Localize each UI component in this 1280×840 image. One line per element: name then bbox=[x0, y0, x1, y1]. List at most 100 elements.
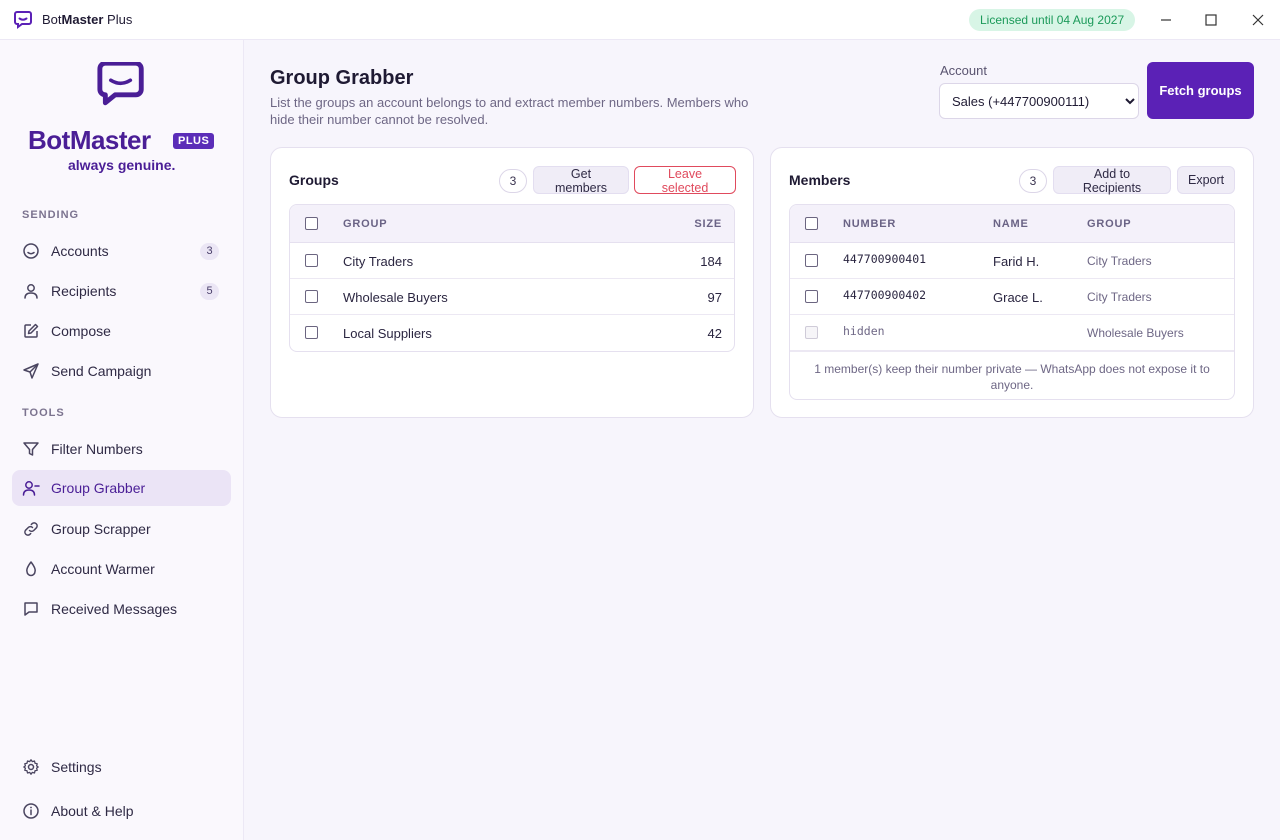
export-button[interactable]: Export bbox=[1177, 166, 1235, 194]
sidebar-item-label: Group Grabber bbox=[51, 480, 146, 496]
group-name: City Traders bbox=[343, 254, 414, 269]
sidebar-item-label: Recipients bbox=[51, 283, 117, 299]
filter-icon bbox=[23, 442, 39, 456]
row-checkbox[interactable] bbox=[305, 290, 318, 303]
groups-table-header: GROUP SIZE bbox=[290, 205, 734, 243]
app-title: BotMaster Plus bbox=[42, 12, 133, 27]
sidebar-item-accounts[interactable]: Accounts 3 bbox=[12, 233, 231, 269]
table-row[interactable]: Local Suppliers 42 bbox=[290, 315, 734, 351]
members-card: Members 3 Add to Recipients Export NUMBE… bbox=[770, 147, 1254, 418]
fetch-groups-button[interactable]: Fetch groups bbox=[1147, 62, 1254, 119]
smiley-icon bbox=[23, 243, 39, 259]
groups-card: Groups 3 Get members Leave selected GROU… bbox=[270, 147, 754, 418]
member-group: City Traders bbox=[1087, 254, 1152, 268]
row-checkbox[interactable] bbox=[805, 290, 818, 303]
sidebar: BotMaster PLUS always genuine. SENDING A… bbox=[0, 40, 244, 840]
maximize-button[interactable] bbox=[1199, 8, 1223, 32]
groups-count-badge: 3 bbox=[499, 169, 527, 193]
member-name: Farid H. bbox=[993, 254, 1040, 269]
accounts-count-badge: 3 bbox=[200, 243, 219, 260]
select-all-members-checkbox[interactable] bbox=[805, 217, 818, 230]
members-count-badge: 3 bbox=[1019, 169, 1047, 193]
sidebar-section-sending: SENDING bbox=[22, 209, 80, 221]
member-name: Grace L. bbox=[993, 290, 1043, 305]
link-icon bbox=[24, 522, 38, 536]
select-all-groups-checkbox[interactable] bbox=[305, 217, 318, 230]
send-icon bbox=[23, 363, 39, 379]
sidebar-item-label: Settings bbox=[51, 759, 102, 775]
title-bar: BotMaster Plus Licensed until 04 Aug 202… bbox=[0, 0, 1280, 40]
column-header-name: NAME bbox=[993, 218, 1029, 230]
main-content: Group Grabber List the groups an account… bbox=[244, 40, 1280, 840]
sidebar-item-label: Account Warmer bbox=[51, 561, 155, 577]
member-number-hidden: hidden bbox=[843, 324, 885, 338]
table-row[interactable]: 447700900401 Farid H. City Traders bbox=[790, 243, 1234, 279]
table-row[interactable]: City Traders 184 bbox=[290, 243, 734, 279]
maximize-icon bbox=[1205, 14, 1217, 26]
sidebar-section-tools: TOOLS bbox=[22, 407, 65, 419]
pencil-icon bbox=[24, 323, 39, 338]
message-icon bbox=[24, 602, 38, 616]
group-name: Local Suppliers bbox=[343, 326, 432, 341]
members-table-header: NUMBER NAME GROUP bbox=[790, 205, 1234, 243]
sidebar-item-received-messages[interactable]: Received Messages bbox=[12, 591, 231, 627]
column-header-group: GROUP bbox=[343, 218, 388, 230]
sidebar-item-recipients[interactable]: Recipients 5 bbox=[12, 273, 231, 309]
group-size: 97 bbox=[707, 290, 722, 305]
brand-tagline: always genuine. bbox=[68, 157, 176, 173]
user-minus-icon bbox=[22, 481, 40, 496]
sidebar-item-compose[interactable]: Compose bbox=[12, 313, 231, 349]
members-table: NUMBER NAME GROUP 447700900401 Farid H. … bbox=[789, 204, 1235, 400]
sidebar-item-label: Send Campaign bbox=[51, 363, 152, 379]
get-members-button[interactable]: Get members bbox=[533, 166, 629, 195]
sidebar-item-send-campaign[interactable]: Send Campaign bbox=[12, 353, 231, 389]
account-label: Account bbox=[940, 63, 987, 78]
member-group: Wholesale Buyers bbox=[1087, 326, 1184, 340]
table-row[interactable]: 447700900402 Grace L. City Traders bbox=[790, 279, 1234, 315]
sidebar-item-group-scrapper[interactable]: Group Scrapper bbox=[12, 511, 231, 547]
sidebar-item-label: Compose bbox=[51, 323, 111, 339]
row-checkbox[interactable] bbox=[805, 254, 818, 267]
member-group: City Traders bbox=[1087, 290, 1152, 304]
members-card-title: Members bbox=[789, 172, 851, 188]
leave-selected-button[interactable]: Leave selected bbox=[634, 166, 736, 195]
groups-card-title: Groups bbox=[289, 172, 339, 188]
member-number: 447700900401 bbox=[843, 252, 927, 266]
sidebar-item-account-warmer[interactable]: Account Warmer bbox=[12, 551, 231, 587]
group-name: Wholesale Buyers bbox=[343, 290, 448, 305]
row-checkbox[interactable] bbox=[305, 254, 318, 267]
brand-wordmark: BotMaster bbox=[28, 125, 151, 155]
user-icon bbox=[24, 284, 38, 299]
member-number: 447700900402 bbox=[843, 288, 927, 302]
column-header-group: GROUP bbox=[1087, 218, 1132, 230]
column-header-number: NUMBER bbox=[843, 218, 897, 230]
sidebar-item-label: Accounts bbox=[51, 243, 109, 259]
group-size: 42 bbox=[707, 326, 722, 341]
row-checkbox[interactable] bbox=[305, 326, 318, 339]
sidebar-item-about-help[interactable]: About & Help bbox=[12, 793, 231, 829]
close-icon bbox=[1252, 14, 1264, 26]
gear-icon bbox=[23, 759, 39, 775]
sidebar-item-settings[interactable]: Settings bbox=[12, 749, 231, 785]
sidebar-item-label: Group Scrapper bbox=[51, 521, 151, 537]
close-button[interactable] bbox=[1246, 8, 1270, 32]
group-size: 184 bbox=[700, 254, 722, 269]
add-to-recipients-button[interactable]: Add to Recipients bbox=[1053, 166, 1171, 195]
sidebar-item-label: Filter Numbers bbox=[51, 441, 143, 457]
sidebar-item-label: Received Messages bbox=[51, 601, 178, 617]
brand-plus-badge: PLUS bbox=[173, 133, 215, 149]
brand-logo-icon bbox=[97, 62, 144, 106]
privacy-note: 1 member(s) keep their number private — … bbox=[790, 351, 1234, 399]
account-select[interactable]: Sales (+447700900111) bbox=[939, 83, 1139, 119]
column-header-size: SIZE bbox=[694, 218, 722, 230]
page-description: List the groups an account belongs to an… bbox=[270, 95, 749, 127]
page-title: Group Grabber bbox=[270, 67, 414, 89]
app-logo-icon bbox=[14, 11, 32, 29]
minimize-button[interactable] bbox=[1154, 8, 1178, 32]
minimize-icon bbox=[1161, 19, 1171, 21]
sidebar-item-filter-numbers[interactable]: Filter Numbers bbox=[12, 431, 231, 467]
table-row[interactable]: Wholesale Buyers 97 bbox=[290, 279, 734, 315]
sidebar-item-group-grabber[interactable]: Group Grabber bbox=[12, 470, 231, 506]
license-badge: Licensed until 04 Aug 2027 bbox=[969, 9, 1136, 31]
drop-icon bbox=[26, 561, 36, 577]
